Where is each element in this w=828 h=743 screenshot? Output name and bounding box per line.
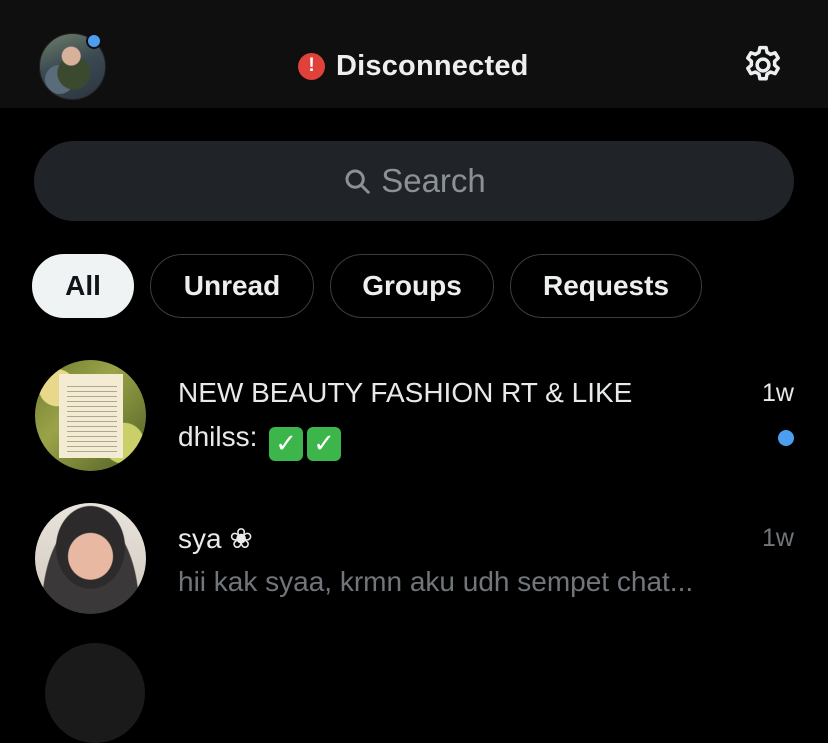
conversation-name: sya ❀ bbox=[178, 523, 253, 554]
user-avatar bbox=[35, 503, 146, 614]
search-bar[interactable]: Search bbox=[34, 141, 794, 221]
tab-all[interactable]: All bbox=[32, 254, 134, 318]
settings-button[interactable] bbox=[741, 43, 785, 87]
message-preview: dhilss: ✓ ✓ bbox=[178, 421, 342, 461]
connection-status: ! Disconnected bbox=[298, 48, 529, 84]
check-mark-icon: ✓ bbox=[307, 426, 342, 461]
conversation-name: NEW BEAUTY FASHION RT & LIKE bbox=[178, 377, 633, 408]
gear-icon bbox=[746, 45, 780, 81]
conversation-time: 1w bbox=[762, 379, 794, 407]
alert-icon: ! bbox=[298, 52, 325, 80]
preview-sender: dhilss: bbox=[178, 421, 258, 452]
conversation-row[interactable]: sya ❀ hii kak syaa, krmn aku udh sempet … bbox=[0, 500, 828, 640]
group-avatar bbox=[35, 360, 146, 471]
check-mark-icon: ✓ bbox=[269, 426, 304, 461]
message-preview: hii kak syaa, krmn aku udh sempet chat..… bbox=[178, 566, 694, 597]
top-bar: ! Disconnected bbox=[0, 0, 828, 108]
search-icon bbox=[345, 169, 370, 194]
unread-indicator bbox=[778, 430, 794, 446]
tab-unread[interactable]: Unread bbox=[150, 254, 314, 318]
notification-dot bbox=[86, 33, 102, 49]
profile-avatar-button[interactable] bbox=[39, 33, 106, 100]
tab-groups[interactable]: Groups bbox=[330, 254, 494, 318]
status-text: Disconnected bbox=[336, 49, 529, 82]
conversation-row[interactable]: NEW BEAUTY FASHION RT & LIKE dhilss: ✓ ✓ … bbox=[0, 355, 828, 495]
user-avatar bbox=[45, 643, 145, 743]
conversation-time: 1w bbox=[762, 524, 794, 552]
search-input[interactable]: Search bbox=[381, 162, 486, 200]
tab-requests[interactable]: Requests bbox=[510, 254, 702, 318]
